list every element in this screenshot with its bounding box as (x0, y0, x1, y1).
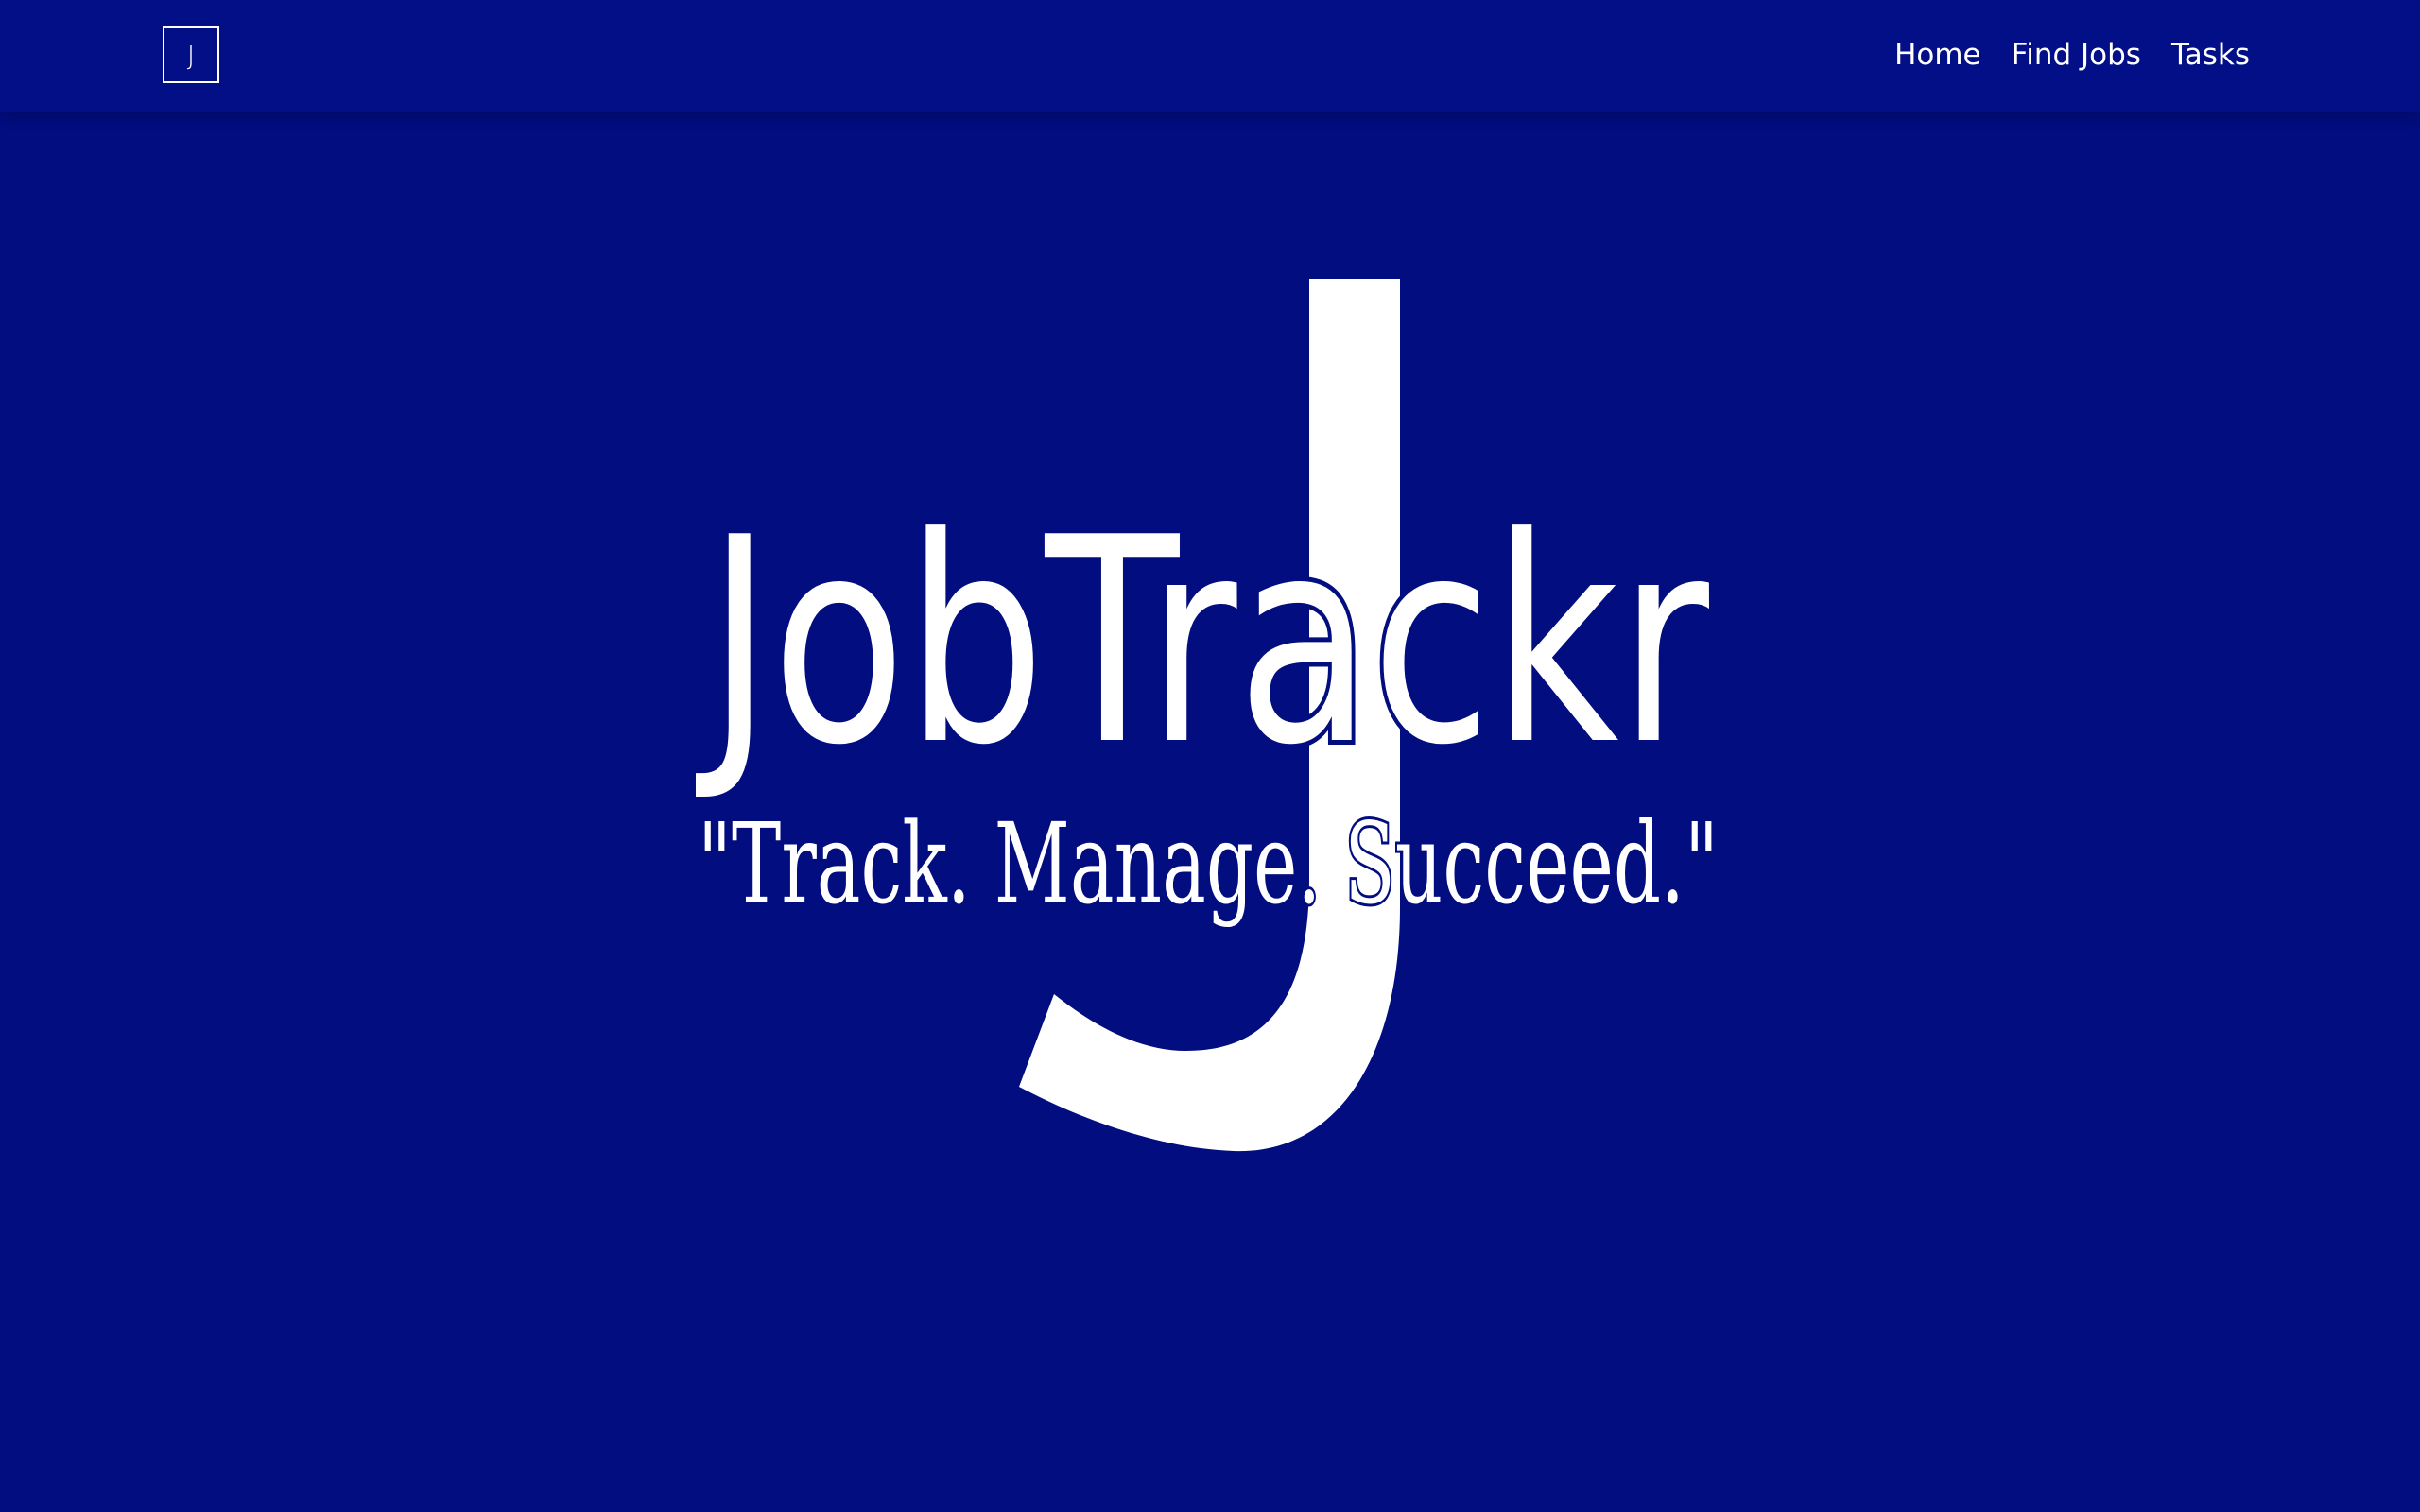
hero-tagline: "Track. Manage. Succeed." (698, 799, 1719, 929)
nav-links: Home Find Jobs Tasks (1894, 36, 2250, 74)
hero-graphic: JobTrackr "Track. Manage. Succeed." (689, 279, 1721, 1152)
top-navbar: J Home Find Jobs Tasks (0, 0, 2420, 112)
hero-title: JobTrackr (694, 477, 1712, 807)
nav-link-find-jobs[interactable]: Find Jobs (2012, 36, 2141, 74)
nav-link-tasks[interactable]: Tasks (2171, 36, 2250, 74)
brand-logo-button[interactable]: J (163, 26, 219, 83)
hero-section: JobTrackr "Track. Manage. Succeed." (0, 0, 2420, 1512)
nav-link-home[interactable]: Home (1894, 36, 1981, 74)
